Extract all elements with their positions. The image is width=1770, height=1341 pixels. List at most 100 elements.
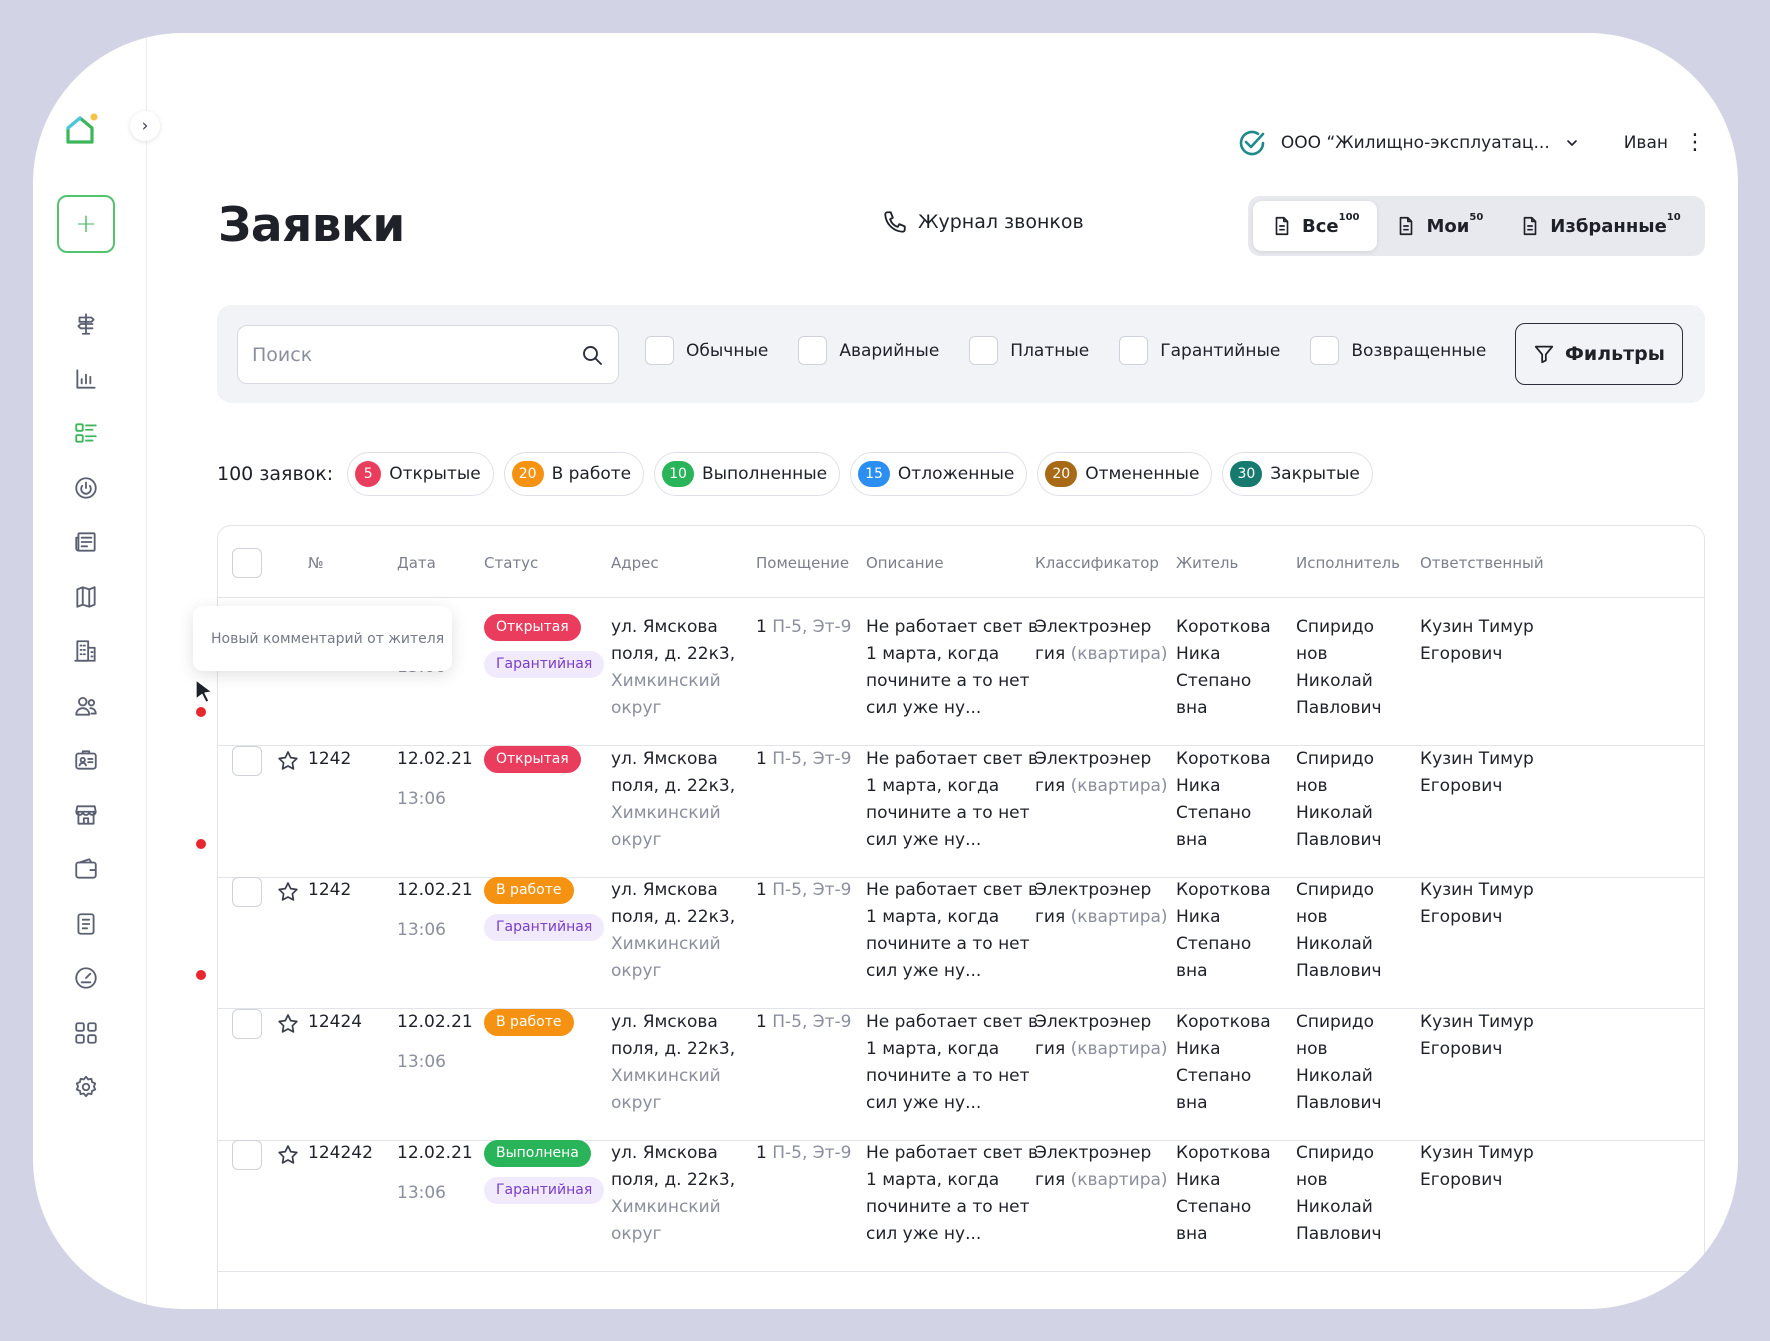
home-logo-icon[interactable]: [64, 113, 98, 147]
status-chip[interactable]: 30 Закрытые: [1222, 452, 1373, 496]
more-vertical-icon[interactable]: ⋮: [1684, 132, 1706, 154]
tab-all[interactable]: Все100: [1253, 201, 1378, 251]
sidebar-nav: [63, 297, 109, 1115]
nav-item-news[interactable]: [63, 515, 109, 570]
column-header[interactable]: №: [308, 554, 324, 572]
executor-name: нов: [1296, 1170, 1328, 1190]
status-chip[interactable]: 15 Отложенные: [850, 452, 1028, 496]
nav-item-shop[interactable]: [63, 788, 109, 843]
new-comment-indicator[interactable]: [196, 707, 206, 717]
star-icon[interactable]: [276, 749, 300, 773]
nav-item-buildings[interactable]: [63, 624, 109, 679]
nav-item-residents[interactable]: [63, 679, 109, 734]
favorite-toggle[interactable]: [218, 1143, 318, 1167]
nav-item-requests[interactable]: [63, 406, 109, 461]
status-chip-label: Закрытые: [1270, 464, 1360, 484]
checkbox[interactable]: [969, 336, 999, 365]
star-icon[interactable]: [276, 880, 300, 904]
address-house: поля, д. 22к3,: [611, 1170, 736, 1190]
table-row[interactable]: 1242 12.02.21 13:06 В работе Гарантийная…: [218, 861, 1704, 1009]
nav-item-power[interactable]: [63, 461, 109, 516]
search-icon[interactable]: [580, 343, 604, 367]
add-request-button[interactable]: +: [57, 195, 115, 253]
table-row[interactable]: 1242 12.02.21 13:06 Открытая ул. Ямскова…: [218, 730, 1704, 878]
column-header[interactable]: Дата: [397, 554, 436, 572]
select-all-checkbox[interactable]: [232, 548, 262, 578]
tab-count: 100: [1338, 211, 1360, 223]
column-header[interactable]: Адрес: [611, 554, 659, 572]
filters-button[interactable]: Фильтры: [1515, 323, 1683, 385]
checkbox[interactable]: [798, 336, 828, 365]
column-header[interactable]: Описание: [866, 554, 944, 572]
favorite-toggle[interactable]: [218, 749, 318, 773]
search-input[interactable]: Поиск: [237, 325, 619, 384]
list-icon: [75, 423, 97, 443]
org-selector[interactable]: ООО “Жилищно-эксплуатац...: [1237, 128, 1580, 158]
table-row[interactable]: 124242 12.02.21 13:06 Выполнена Гарантий…: [218, 1124, 1704, 1272]
power-icon: [75, 477, 97, 499]
request-number[interactable]: 124242: [308, 1140, 373, 1167]
tab-favorites[interactable]: Избранные10: [1501, 201, 1698, 251]
warranty-badge: Гарантийная: [484, 914, 605, 941]
request-number[interactable]: 1242: [308, 877, 351, 904]
checkbox[interactable]: [1119, 336, 1149, 365]
resident-name: вна: [1176, 1224, 1208, 1244]
column-header[interactable]: Исполнитель: [1296, 554, 1400, 572]
nav-item-staff[interactable]: [63, 733, 109, 788]
star-icon[interactable]: [276, 1012, 300, 1036]
nav-item-map[interactable]: [63, 570, 109, 625]
nav-item-wallet[interactable]: [63, 842, 109, 897]
address-district: Химкинский: [611, 1197, 721, 1217]
sidebar-expand-button[interactable]: ›: [130, 111, 160, 141]
description-line: 1 марта, когда: [866, 775, 1000, 796]
star-icon[interactable]: [276, 1143, 300, 1167]
description-line: починитe а то нет: [866, 1197, 1030, 1217]
favorite-toggle[interactable]: [218, 880, 318, 904]
filter-warranty[interactable]: Гарантийные: [1119, 336, 1280, 365]
description-line: сил уже ну...: [866, 829, 982, 850]
checkbox[interactable]: [645, 336, 674, 365]
request-number[interactable]: 12424: [308, 1009, 362, 1036]
resident-name: вна: [1176, 829, 1208, 850]
column-header[interactable]: Ответственный: [1420, 554, 1544, 572]
column-header[interactable]: Статус: [484, 554, 538, 572]
nav-item-meters[interactable]: [63, 951, 109, 1006]
table-row[interactable]: 12424 12.02.21 13:06 В работе ул. Ямсков…: [218, 993, 1704, 1141]
status-chip[interactable]: 20 Отмененные: [1037, 452, 1213, 496]
address-district-suffix: округ: [611, 1224, 662, 1244]
status-chip[interactable]: 10 Выполненные: [654, 452, 841, 496]
grid-icon: [75, 1022, 97, 1044]
room-location: П-5, Эт-9: [772, 880, 852, 900]
call-log-link[interactable]: Журнал звонков: [882, 209, 1084, 235]
resident-name: Короткова: [1176, 617, 1271, 637]
new-comment-indicator[interactable]: [196, 838, 206, 849]
address-street: ул. Ямскова: [611, 748, 718, 769]
column-header[interactable]: Классификатор: [1035, 554, 1159, 572]
column-header[interactable]: Житель: [1176, 554, 1238, 572]
executor-name: Спиридо: [1296, 1011, 1375, 1032]
column-header[interactable]: Помещение: [756, 554, 849, 572]
nav-item-analytics[interactable]: [63, 352, 109, 407]
checkbox[interactable]: [1310, 336, 1340, 365]
gear-icon: [75, 1076, 97, 1098]
nav-item-documents[interactable]: [63, 897, 109, 952]
executor-name: Павлович: [1296, 1092, 1382, 1113]
resident-name: Ника: [1176, 1038, 1221, 1059]
favorite-toggle[interactable]: [218, 1012, 318, 1036]
request-number[interactable]: 1242: [308, 746, 351, 773]
new-comment-indicator[interactable]: [196, 970, 206, 980]
filter-regular[interactable]: Обычные: [645, 336, 768, 365]
user-menu[interactable]: Иван ⋮: [1624, 132, 1706, 154]
status-chip[interactable]: 20 В работе: [503, 452, 645, 496]
nav-item-settings[interactable]: [63, 1060, 109, 1115]
address-district: Химкинский: [611, 671, 721, 691]
address-house: поля, д. 22к3,: [611, 907, 736, 927]
filter-emergency[interactable]: Аварийные: [798, 336, 939, 365]
status-chip[interactable]: 5 Открытые: [347, 452, 494, 496]
filter-returned[interactable]: Возвращенные: [1310, 336, 1486, 365]
nav-item-services[interactable]: [63, 1006, 109, 1061]
address-street: ул. Ямскова: [611, 617, 718, 637]
tab-mine[interactable]: Мои50: [1377, 201, 1501, 251]
nav-item-signpost[interactable]: [63, 297, 109, 352]
filter-paid[interactable]: Платные: [969, 336, 1089, 365]
